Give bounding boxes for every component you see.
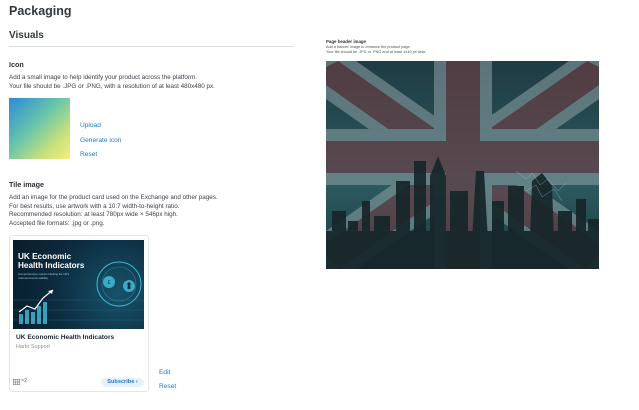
icon-heading: Icon — [9, 60, 24, 69]
icon-desc-line: Add a small image to help identify your … — [9, 74, 197, 81]
header-image-description: Add a banner image to enhance the produc… — [326, 45, 526, 55]
tile-desc-line: Recommended resolution: at least 780px w… — [9, 211, 178, 219]
tile-artwork-subtitle: Comprehensive metrics tracking the UK's … — [18, 272, 70, 280]
tile-artwork-title: UK Economic Health Indicators — [18, 252, 85, 270]
svg-text:£: £ — [108, 280, 111, 286]
tile-reset-link[interactable]: Reset — [159, 383, 176, 390]
card-dataset-count: ×2 — [21, 378, 28, 384]
tile-desc-line: For best results, use artwork with a 10:… — [9, 202, 180, 210]
tile-artwork: £ UK Economic Health Indicators Comprehe… — [13, 240, 144, 329]
icon-generate-link[interactable]: Generate icon — [80, 137, 121, 144]
tile-image-description: Add an image for the product card used o… — [9, 194, 289, 229]
header-image-label: Page header image — [326, 39, 367, 44]
header-desc-line: Your file should be .JPG or .PNG and at … — [326, 50, 427, 54]
section-title-visuals: Visuals — [9, 30, 44, 41]
card-title: UK Economic Health Indicators — [16, 334, 115, 341]
icon-upload-link[interactable]: Upload — [80, 122, 101, 129]
tile-image-heading: Tile image — [9, 180, 45, 189]
tile-desc-line: Add an image for the product card used o… — [9, 194, 218, 201]
subscribe-button[interactable]: Subscribe › — [101, 378, 144, 387]
page-title: Packaging — [9, 4, 72, 18]
icon-description: Add a small image to help identify your … — [9, 74, 289, 91]
icon-reset-link[interactable]: Reset — [80, 151, 97, 158]
tile-edit-link[interactable]: Edit — [159, 369, 170, 376]
dataset-grid-icon — [13, 379, 20, 385]
icon-image-preview — [9, 98, 70, 159]
icon-desc-line: Your file should be .JPG or .PNG, with a… — [9, 82, 215, 90]
card-vendor: Harbr Support — [16, 344, 50, 350]
union-flag-skyline-image — [326, 61, 599, 269]
header-image-preview — [326, 61, 599, 269]
section-divider — [9, 46, 294, 47]
tile-desc-line: Accepted file formats: .jpg or .png. — [9, 220, 105, 228]
